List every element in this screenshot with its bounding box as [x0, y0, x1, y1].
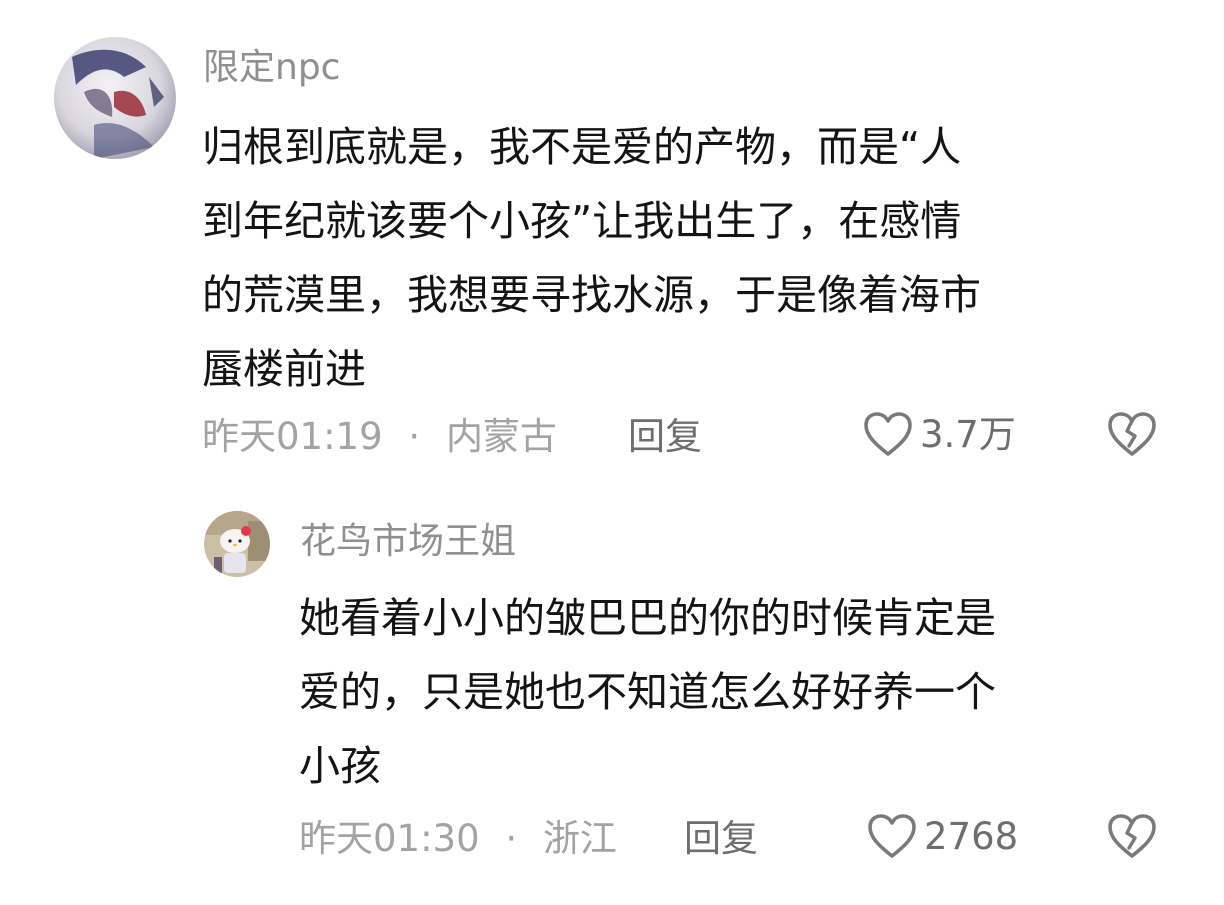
- reply-button[interactable]: 回复: [628, 418, 702, 455]
- reply-text-line: 她看着小小的皱巴巴的你的时候肯定是: [299, 594, 996, 642]
- meta-separator: ·: [408, 415, 421, 458]
- heart-outline-icon: [864, 412, 912, 456]
- avatar-image: [54, 37, 176, 159]
- reply-text: 她看着小小的皱巴巴的你的时候肯定是 爱的，只是她也不知道怎么好好养一个 小孩: [299, 581, 1199, 803]
- reply-location: 浙江: [542, 817, 617, 860]
- meta-separator: ·: [505, 817, 518, 860]
- comment-location: 内蒙古: [445, 415, 557, 458]
- broken-heart-icon: [1108, 814, 1156, 858]
- comment-meta: 昨天01:19 · 内蒙古: [202, 418, 557, 455]
- comment-text-line: 归根到底就是，我不是爱的产物，而是“人: [202, 123, 962, 171]
- broken-heart-icon: [1108, 412, 1156, 456]
- reply-button[interactable]: 回复: [684, 820, 758, 857]
- heart-outline-icon: [868, 814, 916, 858]
- reply-meta: 昨天01:30 · 浙江: [299, 820, 617, 857]
- reply-time: 昨天01:30: [299, 817, 480, 860]
- reply-text-line: 小孩: [299, 742, 381, 790]
- replier-avatar[interactable]: [204, 511, 270, 577]
- comment-text-line: 的荒漠里，我想要寻找水源，于是像着海市: [202, 271, 981, 319]
- comment-time: 昨天01:19: [202, 415, 383, 458]
- like-count: 3.7万: [920, 412, 1016, 456]
- reply-username[interactable]: 花鸟市场王姐: [300, 524, 516, 560]
- comment-text-line: 到年纪就该要个小孩”让我出生了，在感情: [202, 197, 962, 245]
- commenter-avatar[interactable]: [54, 37, 176, 159]
- dislike-button[interactable]: [1106, 812, 1158, 860]
- comment-text-line: 蜃楼前进: [202, 345, 366, 393]
- reply-text-line: 爱的，只是她也不知道怎么好好养一个: [299, 668, 996, 716]
- avatar-image: [204, 511, 270, 577]
- comment-username[interactable]: 限定npc: [203, 50, 340, 86]
- dislike-button[interactable]: [1106, 410, 1158, 458]
- like-button[interactable]: 3.7万: [862, 410, 1016, 458]
- like-count: 2768: [924, 814, 1019, 858]
- like-button[interactable]: 2768: [866, 812, 1018, 860]
- comment-text: 归根到底就是，我不是爱的产物，而是“人 到年纪就该要个小孩”让我出生了，在感情 …: [202, 110, 1192, 406]
